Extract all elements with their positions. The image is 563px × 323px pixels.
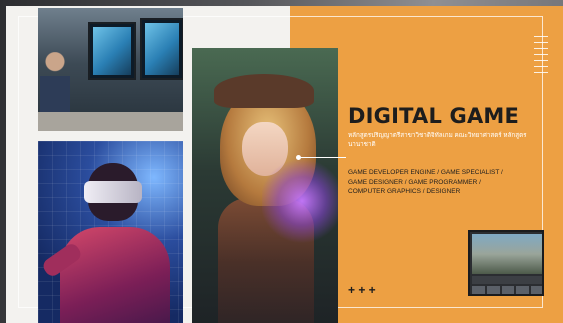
banner: DIGITAL GAME หลักสูตรปริญญาตรีสาขาวิชาดิ… <box>0 0 563 323</box>
game-editor-thumbnail <box>468 230 544 296</box>
editor-asset-tiles <box>472 286 542 294</box>
connector-line <box>300 157 346 158</box>
magic-glow <box>262 156 338 246</box>
plus-decoration: + + + <box>348 283 376 297</box>
career-list: GAME DEVELOPER ENGINE / GAME SPECIALIST … <box>348 168 538 197</box>
monitor-right <box>140 18 183 80</box>
editor-viewport <box>472 234 542 274</box>
page-title: DIGITAL GAME <box>348 104 520 128</box>
page-subtitle: หลักสูตรปริญญาตรีสาขาวิชาดิจิทัลเกม คณะว… <box>348 132 527 148</box>
editor-toolbar <box>472 276 542 284</box>
vr-headset-icon <box>84 181 142 203</box>
desk <box>38 112 183 131</box>
career-line: COMPUTER GRAPHICS / DESIGNER <box>348 188 461 195</box>
vr-headset-photo <box>38 141 183 323</box>
decorative-lines <box>534 36 548 76</box>
vr-person-body <box>60 227 170 323</box>
character-hat <box>214 74 314 108</box>
workstation-photo <box>38 8 183 131</box>
career-line: GAME DEVELOPER ENGINE / GAME SPECIALIST … <box>348 169 503 176</box>
career-line: GAME DESIGNER / GAME PROGRAMMER / <box>348 178 481 186</box>
game-character-art <box>192 48 338 323</box>
monitor-left <box>88 22 136 80</box>
